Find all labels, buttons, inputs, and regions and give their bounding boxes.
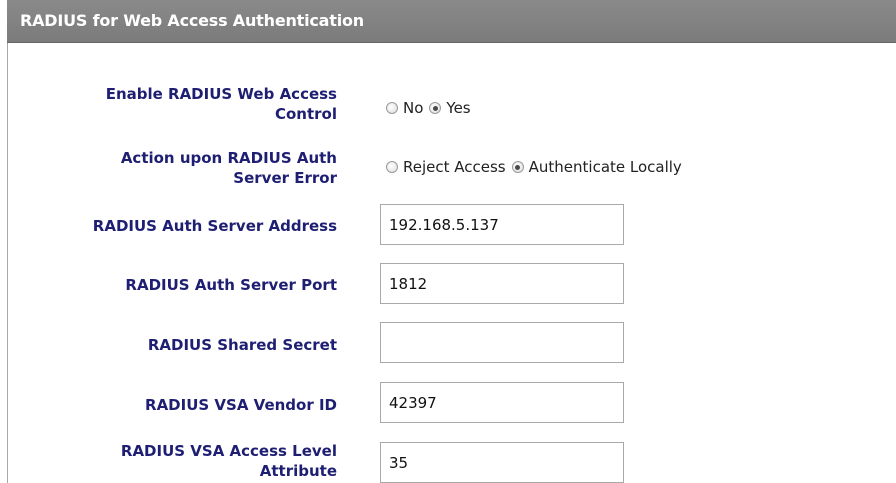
enable-control-no-radio[interactable] xyxy=(386,102,398,114)
shared-secret-label: RADIUS Shared Secret xyxy=(147,336,337,354)
shared-secret-input[interactable] xyxy=(380,322,624,363)
enable-control-yes-label[interactable]: Yes xyxy=(446,99,470,117)
enable-control-yes-radio[interactable] xyxy=(429,102,442,114)
enable-control-label-line1: Enable RADIUS Web Access xyxy=(105,85,337,103)
reject-access-label[interactable]: Reject Access xyxy=(403,158,506,176)
section-header: RADIUS for Web Access Authentication xyxy=(7,0,896,43)
reject-access-radio[interactable] xyxy=(386,161,398,173)
access-level-attribute-label-line1: RADIUS VSA Access Level xyxy=(120,442,337,460)
enable-control-radio-group: No Yes xyxy=(386,99,477,117)
vendor-id-input[interactable] xyxy=(380,382,624,423)
action-on-error-label-line1: Action upon RADIUS Auth xyxy=(120,149,337,167)
access-level-attribute-label: RADIUS VSA Access Level Attribute xyxy=(121,441,337,481)
authenticate-locally-label[interactable]: Authenticate Locally xyxy=(529,158,682,176)
enable-control-no-label[interactable]: No xyxy=(403,99,423,117)
server-port-label: RADIUS Auth Server Port xyxy=(125,276,337,294)
action-on-error-label: Action upon RADIUS Auth Server Error xyxy=(121,148,337,188)
action-on-error-radio-group: Reject Access Authenticate Locally xyxy=(386,158,688,176)
vendor-id-label: RADIUS VSA Vendor ID xyxy=(145,396,337,414)
section-title: RADIUS for Web Access Authentication xyxy=(20,11,364,30)
enable-control-label: Enable RADIUS Web Access Control xyxy=(106,84,337,124)
action-on-error-label-line2: Server Error xyxy=(233,169,337,187)
server-address-input[interactable] xyxy=(380,204,624,245)
authenticate-locally-radio[interactable] xyxy=(511,161,524,173)
access-level-attribute-input[interactable] xyxy=(380,442,624,483)
enable-control-label-line2: Control xyxy=(274,105,337,123)
access-level-attribute-label-line2: Attribute xyxy=(259,462,337,480)
server-address-label: RADIUS Auth Server Address xyxy=(92,217,337,235)
server-port-input[interactable] xyxy=(380,263,624,304)
